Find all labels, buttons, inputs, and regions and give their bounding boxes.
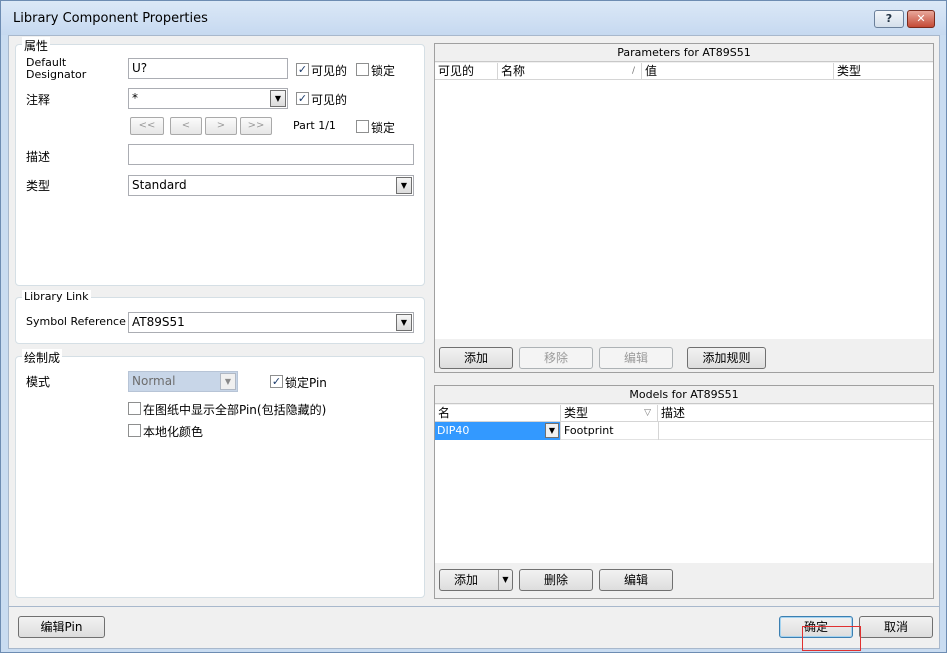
param-add-button[interactable]: 添加 — [439, 347, 513, 369]
type-value: Standard — [132, 178, 187, 192]
parameters-panel: Parameters for AT89S51 可见的 名称 / 值 类型 添加 … — [434, 43, 934, 373]
model-type-value: Footprint — [564, 424, 614, 437]
show-all-pins-checkbox[interactable] — [128, 402, 141, 415]
param-col-visible[interactable]: 可见的 — [435, 63, 498, 80]
description-input[interactable] — [128, 144, 414, 165]
title-bar: Library Component Properties ? ✕ — [1, 1, 946, 35]
dialog-window: Library Component Properties ? ✕ 属性 Defa… — [0, 0, 947, 653]
highlight-box — [802, 626, 861, 651]
designator-lock-checkbox[interactable] — [356, 63, 369, 76]
mode-value: Normal — [132, 374, 176, 388]
model-cell-divider — [658, 422, 659, 440]
param-add-rule-button[interactable]: 添加规则 — [687, 347, 766, 369]
models-panel: Models for AT89S51 名 类型 ▽ 描述 DIP40 ▼ Foo… — [434, 385, 934, 599]
dialog-footer: 编辑Pin 确定 取消 — [8, 607, 940, 649]
model-edit-button[interactable]: 编辑 — [599, 569, 673, 591]
sort-icon: / — [631, 66, 635, 76]
first-part-button[interactable]: << — [130, 117, 164, 135]
chevron-down-icon[interactable]: ▼ — [396, 177, 412, 194]
part-indicator: Part 1/1 — [293, 119, 336, 132]
chevron-down-icon[interactable]: ▼ — [270, 90, 286, 107]
model-col-description[interactable]: 描述 — [658, 405, 933, 422]
lock-pins-label: 锁定Pin — [285, 376, 327, 390]
symbol-reference-label: Symbol Reference — [26, 315, 126, 328]
designator-label: Default Designator — [26, 56, 87, 81]
symbol-reference-value: AT89S51 — [132, 315, 185, 329]
library-link-group-title: Library Link — [22, 290, 91, 303]
symbol-reference-combo[interactable]: AT89S51 ▼ — [128, 312, 414, 333]
chevron-down-icon[interactable]: ▼ — [545, 423, 559, 438]
chevron-down-icon[interactable]: ▼ — [498, 570, 512, 590]
models-title: Models for AT89S51 — [435, 386, 933, 404]
comment-visible-label: 可见的 — [311, 93, 348, 107]
designator-input[interactable]: U? — [128, 58, 288, 79]
sort-icon: ▽ — [644, 408, 651, 418]
parameters-title: Parameters for AT89S51 — [435, 44, 933, 62]
model-col-name[interactable]: 名 — [435, 405, 561, 422]
models-grid[interactable]: 名 类型 ▽ 描述 DIP40 ▼ Footprint — [435, 405, 933, 563]
chevron-down-icon: ▼ — [220, 373, 236, 390]
comment-visible-checkbox[interactable]: ✓ — [296, 92, 309, 105]
local-colors-checkbox[interactable] — [128, 424, 141, 437]
mode-combo: Normal ▼ — [128, 371, 238, 392]
properties-group: 属性 Default Designator U? ✓ 可见的 锁定 注释 * ▼… — [15, 37, 425, 286]
library-link-group: Library Link Symbol Reference AT89S51 ▼ — [15, 290, 425, 344]
edit-pins-button[interactable]: 编辑Pin — [18, 616, 105, 638]
type-combo[interactable]: Standard ▼ — [128, 175, 414, 196]
cancel-button[interactable]: 取消 — [859, 616, 933, 638]
model-add-button[interactable]: 添加 ▼ — [439, 569, 513, 591]
param-remove-button: 移除 — [519, 347, 593, 369]
model-row[interactable]: DIP40 ▼ Footprint — [435, 422, 933, 440]
model-col-type-label: 类型 — [564, 406, 589, 420]
param-col-name-label: 名称 — [501, 64, 526, 78]
param-col-type[interactable]: 类型 — [834, 63, 933, 80]
dialog-client-area: 属性 Default Designator U? ✓ 可见的 锁定 注释 * ▼… — [8, 35, 940, 607]
parameters-grid[interactable]: 可见的 名称 / 值 类型 — [435, 63, 933, 339]
part-lock-checkbox[interactable] — [356, 120, 369, 133]
comment-combo[interactable]: * ▼ — [128, 88, 288, 109]
part-lock-label: 锁定 — [371, 121, 396, 135]
lock-pins-checkbox[interactable]: ✓ — [270, 375, 283, 388]
model-delete-button[interactable]: 删除 — [519, 569, 593, 591]
model-name-value: DIP40 — [437, 424, 470, 437]
designator-visible-label: 可见的 — [311, 64, 348, 78]
type-label: 类型 — [26, 179, 51, 193]
model-col-type[interactable]: 类型 ▽ — [561, 405, 658, 422]
next-part-button[interactable]: > — [205, 117, 237, 135]
properties-group-title: 属性 — [22, 37, 51, 54]
param-edit-button: 编辑 — [599, 347, 673, 369]
show-all-pins-label: 在图纸中显示全部Pin(包括隐藏的) — [143, 403, 327, 417]
param-col-name[interactable]: 名称 / — [498, 63, 642, 80]
model-add-label: 添加 — [454, 573, 479, 587]
mode-label: 模式 — [26, 375, 51, 389]
dialog-title: Library Component Properties — [13, 11, 208, 26]
help-button[interactable]: ? — [874, 10, 904, 28]
model-name-cell[interactable]: DIP40 ▼ — [435, 422, 561, 440]
comment-value: * — [132, 91, 138, 105]
graphical-group: 绘制成 模式 Normal ▼ ✓ 锁定Pin 在图纸中显示全部Pin(包括隐藏… — [15, 349, 425, 598]
chevron-down-icon[interactable]: ▼ — [396, 314, 412, 331]
graphical-group-title: 绘制成 — [22, 349, 63, 366]
description-label: 描述 — [26, 150, 51, 164]
comment-label: 注释 — [26, 93, 51, 107]
prev-part-button[interactable]: < — [170, 117, 202, 135]
designator-lock-label: 锁定 — [371, 64, 396, 78]
last-part-button[interactable]: >> — [240, 117, 272, 135]
param-col-value[interactable]: 值 — [642, 63, 834, 80]
local-colors-label: 本地化颜色 — [143, 425, 204, 439]
close-button[interactable]: ✕ — [907, 10, 935, 28]
designator-visible-checkbox[interactable]: ✓ — [296, 63, 309, 76]
